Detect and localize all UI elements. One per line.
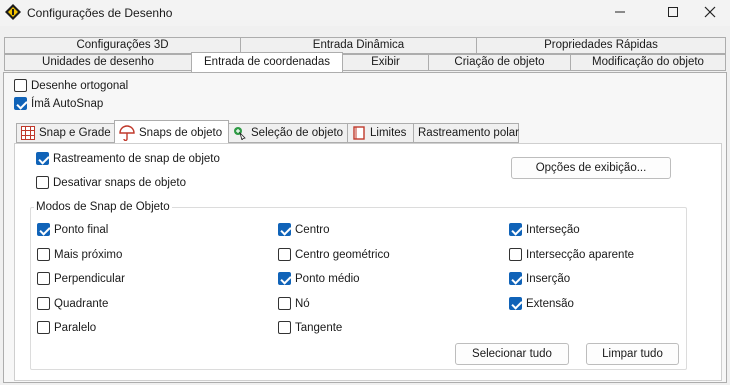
snap-mode-label: Paralelo — [54, 321, 97, 334]
snap-mode-extension-box[interactable] — [509, 297, 522, 310]
tab-object-creation[interactable]: Criação de objeto — [428, 54, 571, 71]
close-button[interactable] — [688, 0, 730, 24]
snap-mode-label: Ponto final — [54, 223, 109, 236]
tab-drawing-units[interactable]: Unidades de desenho — [4, 54, 192, 71]
snap-mode-label: Mais próximo — [54, 248, 123, 261]
subtab-polar-tracking-label: Rastreamento polar — [418, 127, 519, 139]
minimize-button[interactable] — [598, 0, 642, 24]
autosnap-magnet-checkbox-box[interactable] — [14, 97, 27, 110]
tab-display[interactable]: Exibir — [342, 54, 429, 71]
snap-mode-insertion[interactable]: Inserção — [509, 272, 570, 285]
limits-page-icon — [352, 126, 366, 140]
snap-mode-insertion-box[interactable] — [509, 272, 522, 285]
display-options-button[interactable]: Opções de exibição... — [511, 157, 671, 179]
snap-mode-label: Extensão — [526, 297, 574, 310]
subtab-polar-tracking[interactable]: Rastreamento polar — [413, 123, 519, 143]
snap-mode-endpoint-box[interactable] — [37, 223, 50, 236]
snap-mode-endpoint[interactable]: Ponto final — [37, 223, 108, 236]
autosnap-magnet-label: Ímã AutoSnap — [31, 97, 104, 110]
subtab-object-snaps-label: Snaps de objeto — [139, 126, 223, 139]
snap-mode-intersection[interactable]: Interseção — [509, 223, 580, 236]
snap-mode-perpendicular[interactable]: Perpendicular — [37, 272, 125, 285]
snap-mode-label: Ponto médio — [295, 272, 360, 285]
tab-coordinate-input[interactable]: Entrada de coordenadas — [191, 52, 343, 72]
selection-cursor-icon — [233, 126, 247, 140]
title-bar: Configurações de Desenho — [0, 0, 730, 26]
snap-mode-apparent-intersection-box[interactable] — [509, 248, 522, 261]
subtab-limits[interactable]: Limites — [347, 123, 414, 143]
subtab-snap-grid[interactable]: Snap e Grade — [16, 123, 115, 143]
snap-mode-tangent-box[interactable] — [278, 321, 291, 334]
snap-mode-nearest-box[interactable] — [37, 248, 50, 261]
snap-mode-quadrant-box[interactable] — [37, 297, 50, 310]
snap-mode-label: Inserção — [526, 272, 571, 285]
snap-mode-label: Quadrante — [54, 297, 109, 310]
snap-mode-apparent-intersection[interactable]: Intersecção aparente — [509, 248, 634, 261]
snap-mode-node-box[interactable] — [278, 297, 291, 310]
snap-mode-center-box[interactable] — [278, 223, 291, 236]
snap-mode-tangent[interactable]: Tangente — [278, 321, 342, 334]
subtab-limits-label: Limites — [370, 127, 407, 139]
object-snap-tracking-label: Rastreamento de snap de objeto — [53, 152, 220, 165]
autosnap-magnet-checkbox[interactable]: Ímã AutoSnap — [14, 97, 103, 110]
snap-modes-title: Modos de Snap de Objeto — [34, 201, 172, 213]
tab-object-modification[interactable]: Modificação do objeto — [570, 54, 726, 71]
snap-mode-label: Centro — [295, 223, 330, 236]
snap-mode-label: Intersecção aparente — [526, 248, 635, 261]
snap-mode-parallel[interactable]: Paralelo — [37, 321, 96, 334]
snap-mode-label: Nó — [295, 297, 310, 310]
disable-object-snaps-checkbox-box[interactable] — [36, 176, 49, 189]
subtab-snap-grid-label: Snap e Grade — [39, 127, 111, 139]
snap-mode-geometric-center[interactable]: Centro geométrico — [278, 248, 390, 261]
snap-mode-label: Tangente — [295, 321, 343, 334]
ortho-checkbox-box[interactable] — [14, 79, 27, 92]
select-all-button[interactable]: Selecionar tudo — [455, 343, 569, 365]
snap-mode-node[interactable]: Nó — [278, 297, 310, 310]
snap-mode-nearest[interactable]: Mais próximo — [37, 248, 122, 261]
snap-mode-perpendicular-box[interactable] — [37, 272, 50, 285]
subtab-object-selection[interactable]: Seleção de objeto — [228, 123, 348, 143]
tab-quick-properties[interactable]: Propriedades Rápidas — [476, 37, 726, 54]
disable-object-snaps-checkbox[interactable]: Desativar snaps de objeto — [36, 176, 186, 189]
grid-icon — [21, 126, 35, 140]
disable-object-snaps-label: Desativar snaps de objeto — [53, 176, 186, 189]
object-snap-tracking-checkbox[interactable]: Rastreamento de snap de objeto — [36, 152, 220, 165]
snap-mode-label: Perpendicular — [54, 272, 125, 285]
ortho-checkbox[interactable]: Desenhe ortogonal — [14, 79, 128, 92]
snap-mode-quadrant[interactable]: Quadrante — [37, 297, 108, 310]
object-snap-tracking-checkbox-box[interactable] — [36, 152, 49, 165]
snap-mode-center[interactable]: Centro — [278, 223, 330, 236]
snap-mode-label: Centro geométrico — [295, 248, 390, 261]
subtab-object-selection-label: Seleção de objeto — [251, 127, 344, 139]
snap-mode-intersection-box[interactable] — [509, 223, 522, 236]
ortho-label: Desenhe ortogonal — [31, 79, 129, 92]
snap-mode-parallel-box[interactable] — [37, 321, 50, 334]
window-title: Configurações de Desenho — [27, 6, 173, 20]
clear-all-button[interactable]: Limpar tudo — [586, 343, 679, 365]
app-logo-icon — [5, 4, 21, 20]
subtab-object-snaps[interactable]: Snaps de objeto — [114, 120, 229, 144]
snap-mode-midpoint[interactable]: Ponto médio — [278, 272, 360, 285]
umbrella-snap-icon — [119, 124, 135, 141]
snap-mode-geometric-center-box[interactable] — [278, 248, 291, 261]
snap-mode-label: Interseção — [526, 223, 580, 236]
snap-mode-midpoint-box[interactable] — [278, 272, 291, 285]
snap-mode-extension[interactable]: Extensão — [509, 297, 574, 310]
